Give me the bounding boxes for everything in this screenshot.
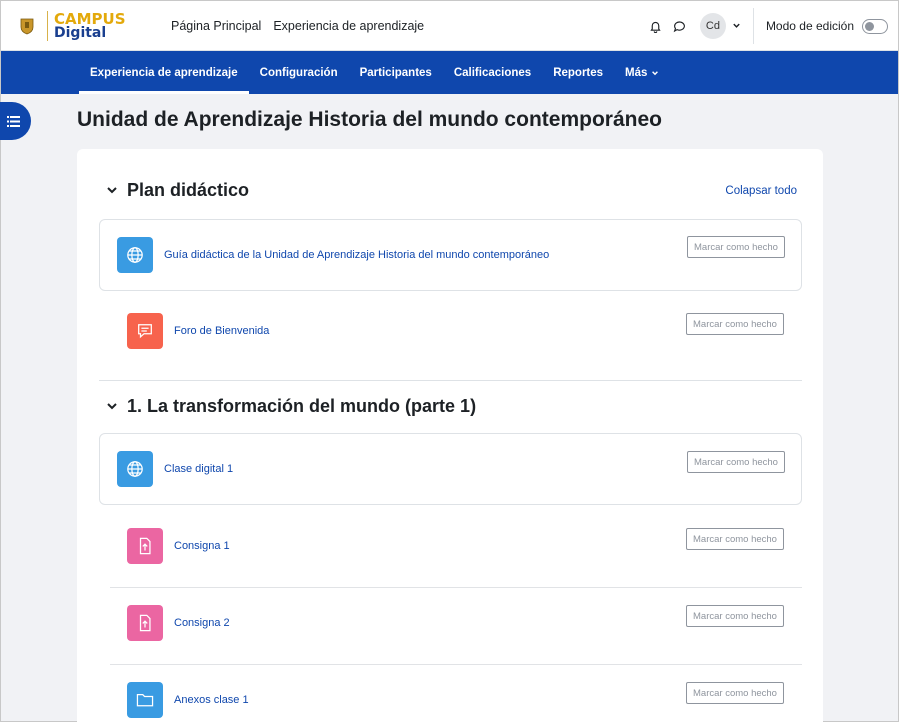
tab-label: Calificaciones	[453, 66, 532, 79]
activity-item: Clase digital 1 Marcar como hecho	[99, 433, 802, 505]
mark-as-done-button[interactable]: Marcar como hecho	[687, 236, 785, 258]
tab-label: Participantes	[359, 66, 432, 79]
activity-item: Guía didáctica de la Unidad de Aprendiza…	[99, 219, 802, 291]
tab-label: Reportes	[553, 66, 604, 79]
globe-icon[interactable]	[117, 237, 153, 273]
page-title: Unidad de Aprendizaje Historia del mundo…	[77, 108, 662, 131]
mark-as-done-button[interactable]: Marcar como hecho	[686, 605, 784, 627]
activity-link[interactable]: Clase digital 1	[164, 463, 233, 475]
activity-item: Foro de Bienvenida Marcar como hecho	[110, 296, 802, 368]
globe-icon[interactable]	[117, 451, 153, 487]
tab-learning-experience[interactable]: Experiencia de aprendizaje	[79, 51, 249, 94]
activity-link[interactable]: Consigna 2	[174, 617, 230, 629]
brand-bottom-text: Digital	[54, 24, 107, 41]
notifications-bell-icon[interactable]	[644, 14, 668, 38]
tab-label: Configuración	[259, 66, 338, 79]
user-menu-area: Cd Modo de edición	[644, 1, 898, 51]
nav-home-link[interactable]: Página Principal	[171, 19, 261, 33]
tab-more[interactable]: Más	[614, 51, 670, 94]
activity-link[interactable]: Anexos clase 1	[174, 694, 249, 706]
mark-as-done-button[interactable]: Marcar como hecho	[686, 528, 784, 550]
brand-divider	[47, 10, 48, 41]
tab-label: Más	[625, 66, 648, 79]
tab-settings[interactable]: Configuración	[249, 51, 349, 94]
activity-link[interactable]: Consigna 1	[174, 540, 230, 552]
tab-reports[interactable]: Reportes	[542, 51, 614, 94]
brand-wordmark: CAMPUS Digital	[54, 11, 126, 41]
assignment-upload-icon[interactable]	[127, 605, 163, 641]
folder-icon[interactable]	[127, 682, 163, 718]
nav-experience-link[interactable]: Experiencia de aprendizaje	[273, 19, 424, 33]
assignment-upload-icon[interactable]	[127, 528, 163, 564]
course-index-drawer-button[interactable]	[0, 102, 31, 140]
activity-item: Consigna 2 Marcar como hecho	[110, 587, 802, 664]
more-chevron-down-icon	[651, 69, 659, 77]
section-header-la-transformacion[interactable]: 1. La transformación del mundo (parte 1)	[105, 394, 476, 418]
mark-as-done-button[interactable]: Marcar como hecho	[686, 682, 784, 704]
mark-as-done-button[interactable]: Marcar como hecho	[686, 313, 784, 335]
tab-participants[interactable]: Participantes	[349, 51, 443, 94]
toolbar-separator	[752, 8, 754, 44]
course-secondary-navigation: Experiencia de aprendizaje Configuración…	[1, 51, 898, 94]
user-avatar[interactable]: Cd	[699, 13, 726, 39]
section-divider	[99, 380, 802, 381]
section-collapse-chevron-down-icon[interactable]	[105, 183, 119, 197]
section-title[interactable]: Plan didáctico	[127, 180, 249, 201]
activity-link[interactable]: Guía didáctica de la Unidad de Aprendiza…	[164, 249, 549, 261]
user-menu-chevron-down-icon[interactable]	[732, 17, 741, 35]
messages-chat-icon[interactable]	[668, 14, 692, 38]
section-collapse-chevron-down-icon[interactable]	[105, 399, 119, 413]
top-navbar: CAMPUS Digital Página Principal Experien…	[1, 1, 898, 51]
brand-logo[interactable]: CAMPUS Digital	[13, 6, 153, 46]
mark-as-done-button[interactable]: Marcar como hecho	[687, 451, 785, 473]
primary-navigation: Página Principal Experiencia de aprendiz…	[171, 19, 436, 33]
activity-link[interactable]: Foro de Bienvenida	[174, 325, 269, 337]
section-title[interactable]: 1. La transformación del mundo (parte 1)	[127, 396, 476, 417]
tab-grades[interactable]: Calificaciones	[443, 51, 542, 94]
tab-label: Experiencia de aprendizaje	[90, 66, 238, 79]
forum-icon[interactable]	[127, 313, 163, 349]
edit-mode-label: Modo de edición	[765, 19, 854, 33]
edit-mode-toggle[interactable]	[862, 18, 888, 34]
section-header-plan-didactico[interactable]: Plan didáctico	[105, 178, 249, 202]
university-seal-icon	[13, 11, 41, 41]
activity-item: Anexos clase 1 Marcar como hecho	[110, 664, 802, 722]
list-icon	[6, 115, 20, 127]
course-content-card: Plan didáctico Colapsar todo Guía didáct…	[77, 149, 823, 722]
collapse-all-link[interactable]: Colapsar todo	[725, 185, 797, 197]
activity-item: Consigna 1 Marcar como hecho	[110, 511, 802, 587]
